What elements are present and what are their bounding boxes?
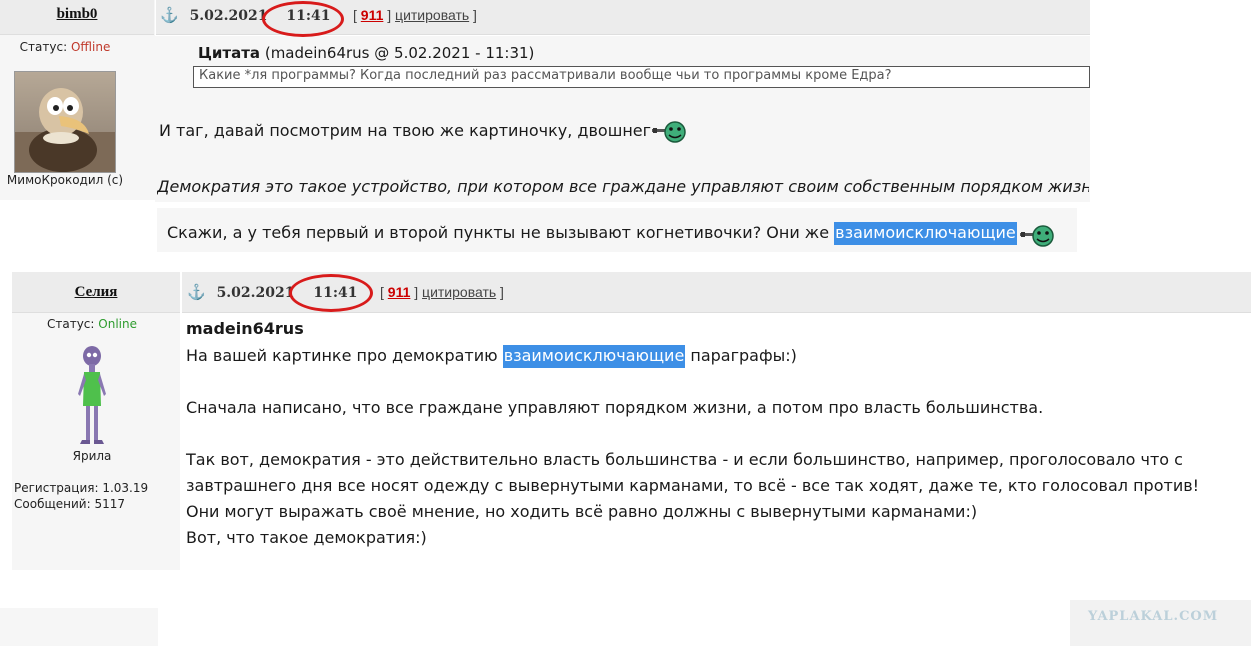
post1-date: 5.02.2021 bbox=[189, 8, 268, 24]
post1-quote-link[interactable]: цитировать bbox=[395, 7, 469, 23]
post2-avatar[interactable] bbox=[74, 344, 110, 448]
pointing-smiley-icon-2 bbox=[1020, 225, 1054, 247]
figure-avatar-icon bbox=[78, 346, 106, 444]
post1-author-link[interactable]: bimb0 bbox=[0, 6, 154, 23]
post2-status: Статус: Online bbox=[46, 317, 137, 331]
post2-time-ring bbox=[289, 274, 373, 312]
post1-count-link[interactable]: 911 bbox=[361, 7, 384, 23]
post2-quote-link[interactable]: цитировать bbox=[422, 284, 496, 300]
post2-reply-to: madein64rus bbox=[186, 319, 304, 338]
post1-avatar[interactable] bbox=[14, 71, 116, 173]
post1-highlight: взаимоисключающие bbox=[834, 222, 1017, 245]
post2-line1: На вашей картинке про демократию взаимои… bbox=[186, 345, 797, 368]
anchor-icon-2[interactable]: ⚓ bbox=[187, 283, 206, 301]
post1-status: Статус: Offline bbox=[19, 40, 111, 54]
post2-date: 5.02.2021 bbox=[216, 285, 295, 301]
post1-time-ring bbox=[262, 1, 344, 37]
post2-status-value: Online bbox=[98, 317, 137, 331]
post1-quote-box: Какие *ля программы? Когда последний раз… bbox=[193, 66, 1090, 88]
post1-quote-header: Цитата (madein64rus @ 5.02.2021 - 11:31) bbox=[198, 44, 535, 62]
post2-messages: Сообщений: 5117 bbox=[14, 497, 125, 511]
post2-line2: Сначала написано, что все граждане управ… bbox=[186, 398, 1044, 417]
post2-author-link[interactable]: Селия bbox=[12, 284, 180, 301]
post2-line6: Вот, что такое демократия:) bbox=[186, 528, 427, 547]
post2-registration: Регистрация: 1.03.19 bbox=[14, 481, 149, 495]
footer-strip bbox=[0, 608, 158, 646]
post1-actions: [ 911 ] цитировать ] bbox=[353, 7, 477, 23]
post2-line3: Так вот, демократия - это действительно … bbox=[186, 450, 1183, 469]
post1-line3: Скажи, а у тебя первый и второй пункты н… bbox=[167, 222, 1017, 245]
pointing-smiley-icon bbox=[652, 121, 686, 143]
site-watermark: YAPLAKAL.COM bbox=[1088, 609, 1219, 624]
vulture-avatar-icon bbox=[15, 88, 115, 172]
anchor-icon[interactable]: ⚓ bbox=[160, 6, 179, 24]
post1-status-value: Offline bbox=[70, 40, 111, 54]
post1-signature: МимоКрокодил (с) bbox=[6, 173, 124, 187]
post2-line4: завтрашнего дня все носят одежду с вывер… bbox=[186, 476, 1200, 495]
post1-line2: Демократия это такое устройство, при кот… bbox=[157, 177, 1089, 196]
post2-line5: Они могут выражать своё мнение, но ходит… bbox=[186, 502, 978, 521]
post2-highlight: взаимоисключающие bbox=[502, 345, 686, 368]
post2-count-link[interactable]: 911 bbox=[388, 284, 411, 300]
post1-line1: И таг, давай посмотрим на твою же картин… bbox=[159, 121, 652, 140]
post2-avatar-caption: Ярила bbox=[72, 449, 112, 463]
post2-actions: [ 911 ] цитировать ] bbox=[380, 284, 504, 300]
